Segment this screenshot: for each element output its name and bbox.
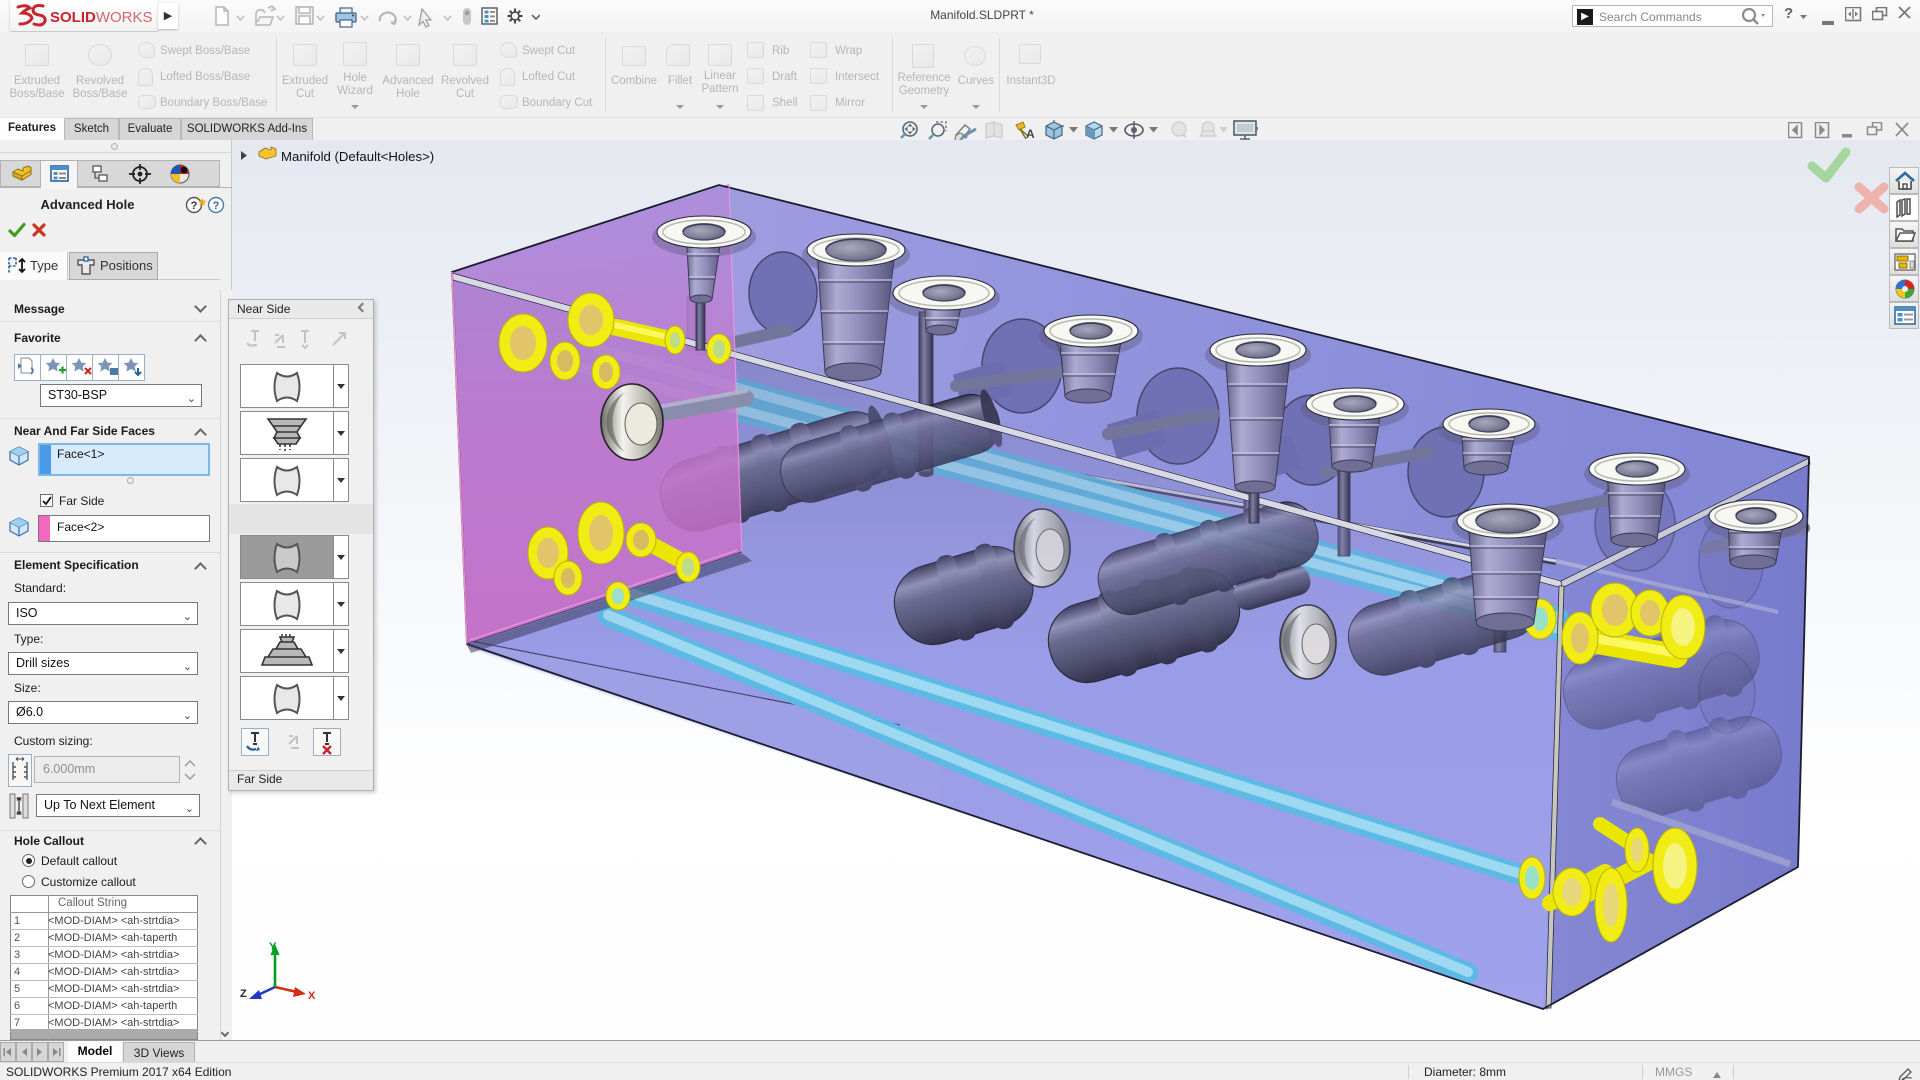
svg-text:Manifold (Default<Holes>): Manifold (Default<Holes>) bbox=[281, 149, 434, 164]
svg-text:Y: Y bbox=[269, 941, 277, 953]
svg-text:A: A bbox=[1026, 127, 1035, 141]
svg-text:?: ? bbox=[213, 200, 220, 212]
svg-text:Z: Z bbox=[240, 988, 247, 1000]
svg-text:?: ? bbox=[191, 200, 198, 212]
svg-text:X: X bbox=[308, 990, 316, 1002]
svg-text:SOLIDWORKS: SOLIDWORKS bbox=[50, 9, 153, 26]
